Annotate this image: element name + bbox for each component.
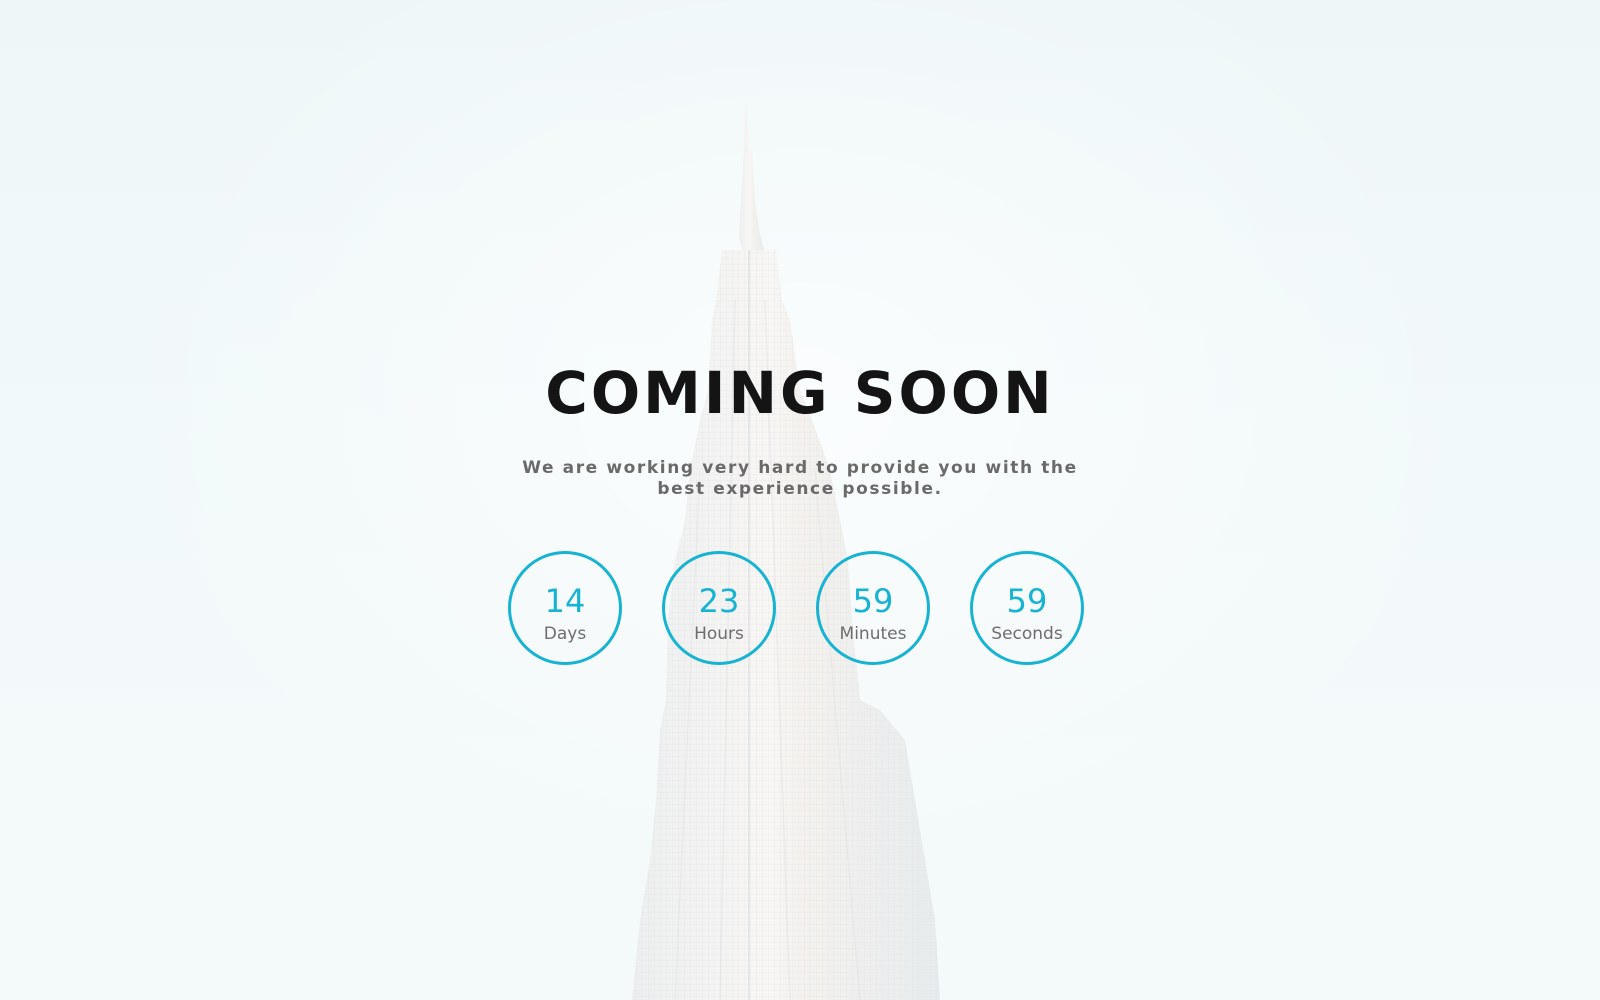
countdown-seconds: 59 Seconds: [970, 551, 1084, 665]
page-subtitle: We are working very hard to provide you …: [522, 458, 1078, 499]
countdown-minutes: 59 Minutes: [816, 551, 930, 665]
page-title: COMING SOON: [545, 359, 1055, 427]
countdown-minutes-value: 59: [852, 582, 894, 620]
countdown-days-label: Days: [543, 624, 587, 644]
countdown-days-value: 14: [544, 582, 586, 620]
countdown-minutes-label: Minutes: [839, 624, 907, 644]
countdown-hours: 23 Hours: [662, 551, 776, 665]
countdown-days: 14 Days: [508, 551, 622, 665]
countdown-seconds-value: 59: [1006, 582, 1048, 620]
countdown-seconds-label: Seconds: [991, 624, 1063, 644]
countdown-hours-label: Hours: [694, 624, 744, 644]
countdown-timer: 14 Days 23 Hours 59 Minutes 59 Seconds: [508, 551, 1092, 671]
countdown-hours-value: 23: [698, 582, 740, 620]
coming-soon-content: COMING SOON We are working very hard to …: [0, 0, 1600, 1000]
